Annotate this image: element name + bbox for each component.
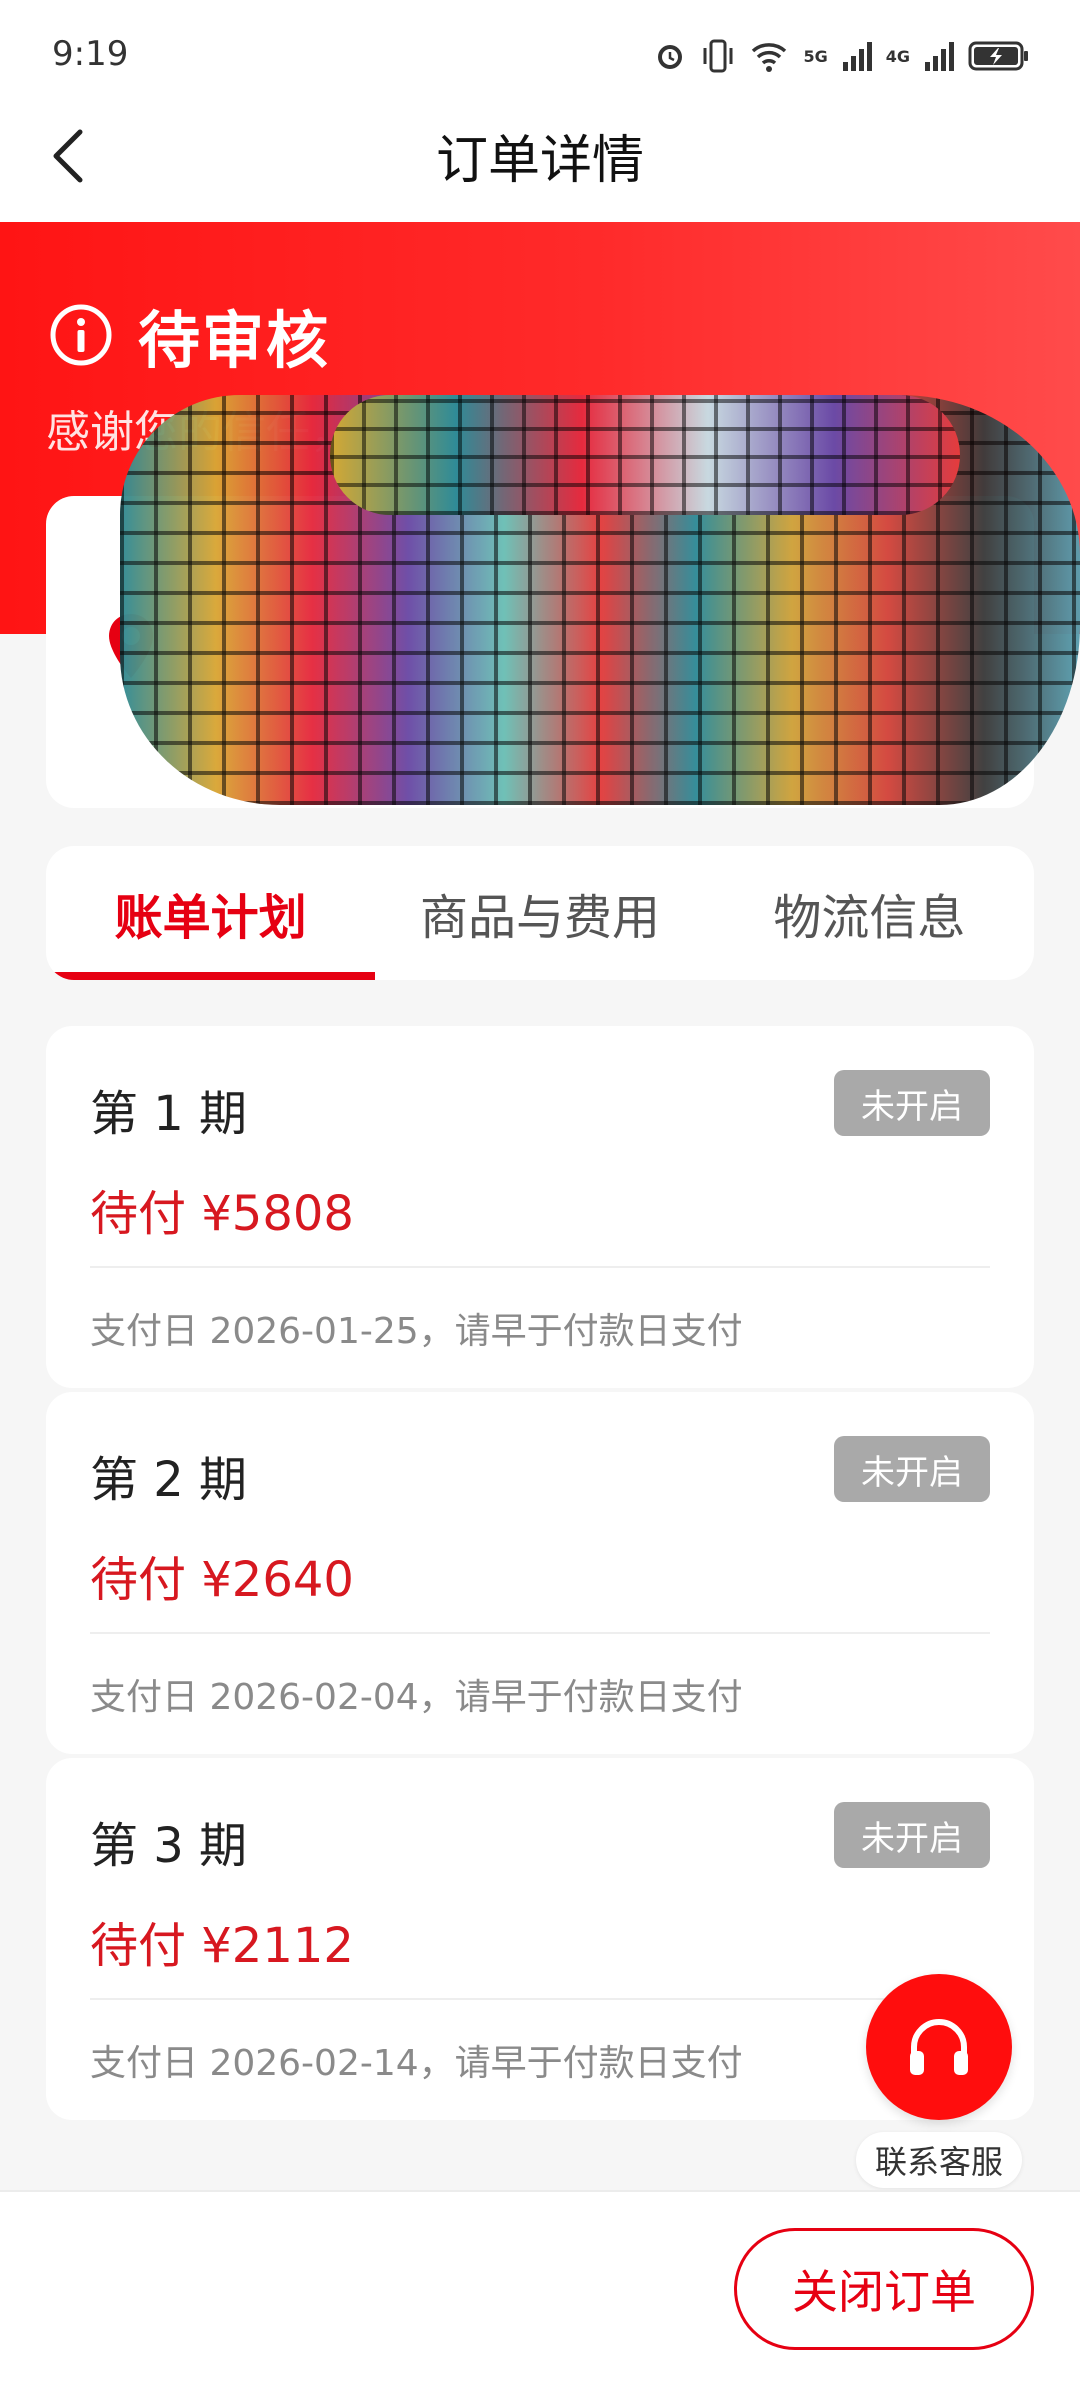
- installment-period: 第 3 期: [90, 1818, 248, 1874]
- installment-period: 第 1 期: [90, 1086, 248, 1142]
- wifi-icon: [752, 43, 787, 72]
- page-title: 订单详情: [435, 131, 644, 191]
- status-badge: 未开启: [834, 1802, 990, 1868]
- signal-icon-1: [842, 42, 872, 71]
- installment-amount: 待付 ¥2640: [90, 1552, 354, 1608]
- status-label: 待审核: [138, 304, 331, 377]
- installment-amount: 待付 ¥5808: [90, 1186, 354, 1242]
- tab-logistics[interactable]: 物流信息: [705, 846, 1034, 980]
- customer-service-button[interactable]: [866, 1974, 1012, 2120]
- divider: [90, 1632, 990, 1634]
- tab-bill-plan[interactable]: 账单计划: [46, 846, 376, 980]
- bottom-bar: 关闭订单: [0, 2190, 1080, 2390]
- tab-bar: 账单计划 商品与费用 物流信息: [46, 846, 1034, 980]
- info-icon: [50, 304, 112, 366]
- redacted-mosaic-top: [330, 395, 960, 515]
- alarm-icon: [658, 45, 683, 69]
- close-order-button[interactable]: 关闭订单: [734, 2228, 1034, 2350]
- status-time: 9:19: [52, 34, 129, 74]
- divider: [90, 1998, 990, 2000]
- order-status: 待审核: [48, 290, 330, 380]
- status-badge: 未开启: [834, 1436, 990, 1502]
- installment-card: 第 1 期 未开启 待付 ¥5808 支付日 2026-01-25，请早于付款日…: [46, 1026, 1034, 1388]
- installment-card: 第 2 期 未开启 待付 ¥2640 支付日 2026-02-04，请早于付款日…: [46, 1392, 1034, 1754]
- installment-note: 支付日 2026-02-04，请早于付款日支付: [90, 1677, 743, 1718]
- status-icons: 5G 4G: [653, 38, 1030, 74]
- installment-period: 第 2 期: [90, 1452, 248, 1508]
- installment-amount: 待付 ¥2112: [90, 1918, 354, 1974]
- installment-note: 支付日 2026-02-14，请早于付款日支付: [90, 2043, 743, 2084]
- network-type-5g: 5G: [803, 46, 828, 66]
- customer-service-label[interactable]: 联系客服: [856, 2132, 1022, 2188]
- battery-charging-icon: [968, 41, 1028, 71]
- installment-note: 支付日 2026-01-25，请早于付款日支付: [90, 1311, 743, 1352]
- status-badge: 未开启: [834, 1070, 990, 1136]
- divider: [90, 1266, 990, 1268]
- signal-icon-2: [925, 42, 954, 71]
- vibrate-icon: [703, 39, 733, 73]
- network-type-4g: 4G: [885, 46, 910, 66]
- top-bar: 9:19 5G 4G 订单详情: [0, 0, 1080, 222]
- headset-icon: [910, 2019, 968, 2075]
- tab-goods-fees[interactable]: 商品与费用: [375, 846, 704, 980]
